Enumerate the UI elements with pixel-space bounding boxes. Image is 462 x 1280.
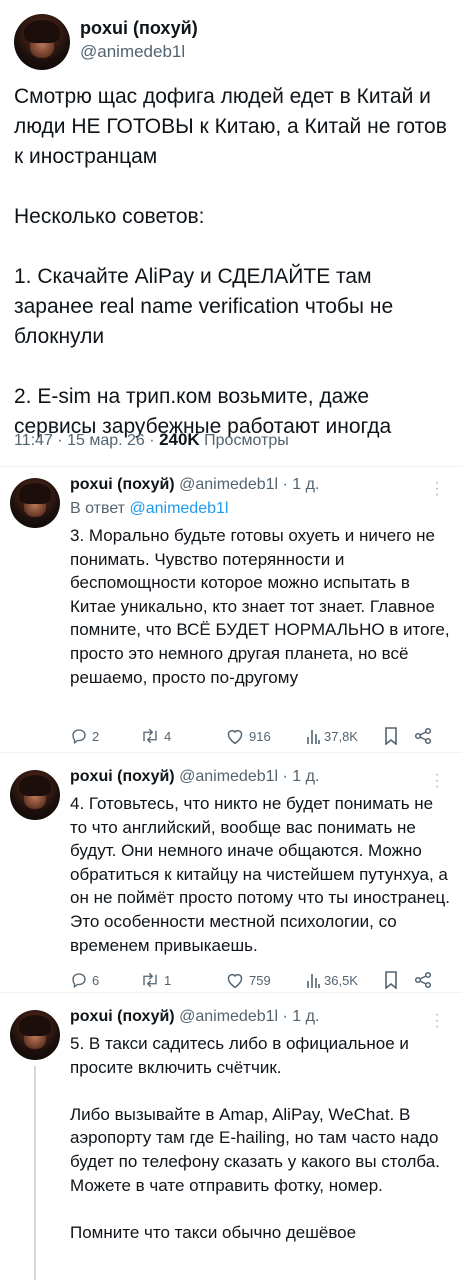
thread-line [34, 1066, 36, 1280]
views-count: 36,5K [324, 972, 358, 988]
author-handle[interactable]: @animedeb1l [179, 476, 278, 493]
more-options-icon[interactable]: · · · [434, 475, 440, 503]
retweet-icon [143, 728, 157, 744]
views-icon [307, 730, 320, 744]
reply-text: 5. В такси садитесь либо в официальное и… [70, 1034, 440, 1242]
reply-text: 3. Морально будьте готовы охуеть и ничег… [70, 526, 455, 687]
author-avatar[interactable] [10, 478, 60, 528]
share-icon [414, 971, 432, 989]
retweet-icon [143, 972, 157, 988]
tweet-meta: 11:47 · 15 мар. 26 · 240K Просмотры [14, 430, 289, 450]
header-separator: · [282, 768, 288, 785]
share-button[interactable] [414, 970, 432, 990]
header-separator: · [282, 1008, 288, 1025]
reply-age[interactable]: 1 д. [292, 768, 319, 785]
action-bar: 6 1 759 36,5K [70, 970, 442, 990]
reply-button[interactable]: 2 [70, 726, 99, 746]
reply-icon [72, 729, 86, 745]
reply-age[interactable]: 1 д. [292, 1008, 319, 1025]
author-name[interactable]: роxui (похуй) [70, 768, 175, 785]
author-handle[interactable]: @animedeb1l [80, 42, 185, 62]
bookmark-button[interactable] [384, 970, 398, 990]
bookmark-button[interactable] [384, 726, 398, 746]
reply-age[interactable]: 1 д. [292, 476, 319, 493]
reply-tweet[interactable]: роxui (похуй) @animedeb1l · 1 д. · · · 5. … [0, 992, 462, 1280]
author-avatar[interactable] [14, 14, 70, 70]
author-handle[interactable]: @animedeb1l [179, 768, 278, 785]
reply-button[interactable]: 6 [70, 970, 99, 990]
action-bar: 2 4 916 37,8K [70, 726, 442, 746]
author-avatar[interactable] [10, 770, 60, 820]
heart-icon [227, 973, 243, 989]
retweets-count: 4 [164, 728, 172, 744]
more-options-icon[interactable]: · · · [434, 1007, 440, 1035]
tweet-time[interactable]: 11:47 [14, 432, 53, 449]
views-label: Просмотры [204, 432, 289, 449]
reply-icon [72, 973, 86, 989]
reply-header: роxui (похуй) @animedeb1l · 1 д. [70, 1008, 319, 1026]
meta-separator: · [57, 432, 63, 449]
reply-header: роxui (похуй) @animedeb1l · 1 д. [70, 768, 319, 786]
reply-to-handle[interactable]: @animedeb1l [129, 500, 228, 517]
views-count: 37,8K [324, 728, 358, 744]
bookmark-icon [385, 727, 397, 745]
replies-count: 6 [92, 972, 100, 988]
share-icon [414, 727, 432, 745]
more-options-icon[interactable]: · · · [434, 767, 440, 795]
header-separator: · [282, 476, 288, 493]
heart-icon [227, 729, 243, 745]
share-button[interactable] [414, 726, 432, 746]
author-name[interactable]: роxui (похуй) [70, 476, 175, 493]
reply-tweet[interactable]: роxui (похуй) @animedeb1l · 1 д. · · · 4. … [0, 752, 462, 1002]
likes-count: 759 [249, 972, 271, 988]
like-button[interactable]: 916 [225, 726, 271, 746]
retweets-count: 1 [164, 972, 172, 988]
reply-header: роxui (похуй) @animedeb1l · 1 д. [70, 476, 319, 494]
views-count[interactable]: 240K [159, 430, 200, 449]
retweet-button[interactable]: 4 [140, 726, 171, 746]
reply-text: 4. Готовьтесь, что никто не будет понима… [70, 794, 455, 955]
like-button[interactable]: 759 [225, 970, 271, 990]
author-name[interactable]: роxui (похуй) [80, 18, 198, 39]
views-icon [307, 974, 320, 988]
replies-count: 2 [92, 728, 100, 744]
bookmark-icon [385, 971, 397, 989]
meta-separator: · [149, 432, 155, 449]
views-button[interactable]: 36,5K [306, 970, 358, 990]
reply-tweet[interactable]: роxui (похуй) @animedeb1l · 1 д. · · · В о… [0, 466, 462, 766]
retweet-button[interactable]: 1 [140, 970, 171, 990]
views-button[interactable]: 37,8K [306, 726, 358, 746]
tweet-text: Смотрю щас дофига людей едет в Китай и л… [14, 85, 447, 438]
reply-to-prefix: В ответ [70, 500, 126, 517]
tweet-date[interactable]: 15 мар. 26 [67, 432, 145, 449]
author-handle[interactable]: @animedeb1l [179, 1008, 278, 1025]
reply-to: В ответ @animedeb1l [70, 500, 228, 518]
author-name[interactable]: роxui (похуй) [70, 1008, 175, 1025]
author-avatar[interactable] [10, 1010, 60, 1060]
likes-count: 916 [249, 728, 271, 744]
